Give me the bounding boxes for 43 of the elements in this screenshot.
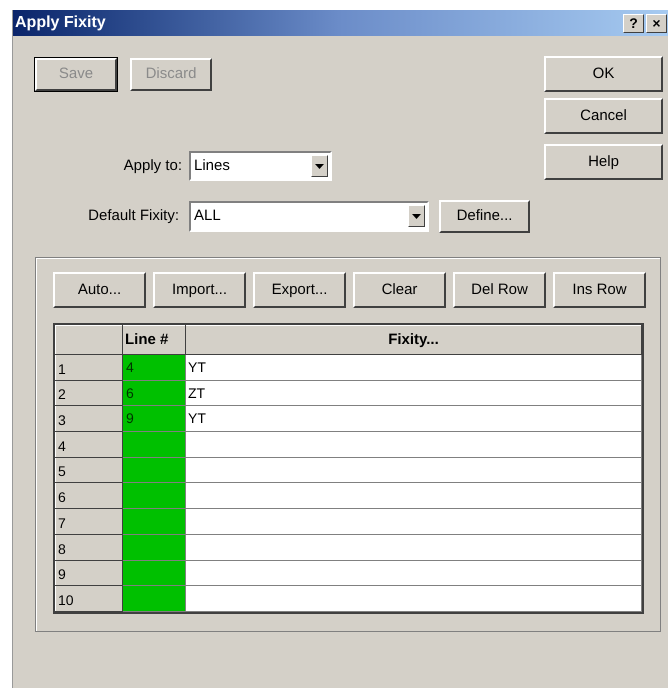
toolbar-button[interactable]: Clear	[353, 272, 446, 308]
table-cell: YT	[186, 406, 642, 432]
table-cell	[122, 457, 186, 483]
table-cell: 9	[122, 406, 186, 432]
define-button[interactable]: Define...	[439, 200, 530, 232]
default-fixity-dropdown[interactable]: ALL	[189, 200, 429, 232]
row-header[interactable]: 6	[56, 482, 122, 509]
row-header[interactable]: 8	[56, 534, 122, 560]
apply-to-dropdown[interactable]: Lines	[189, 151, 332, 181]
row-header[interactable]: 2	[56, 380, 122, 406]
row-header[interactable]: 10	[56, 586, 122, 612]
toolbar-button[interactable]: Ins Row	[553, 272, 646, 308]
row-header[interactable]: 5	[56, 457, 122, 483]
column-header[interactable]: Line #	[122, 326, 186, 354]
help-button[interactable]: Help	[544, 144, 663, 180]
toolbar-button[interactable]: Export...	[253, 272, 346, 308]
table-cell	[122, 508, 186, 534]
toolbar-button[interactable]: Auto...	[53, 272, 146, 308]
table-cell: YT	[186, 354, 642, 380]
table-cell	[122, 482, 186, 509]
table-cell	[122, 534, 186, 560]
row-header[interactable]: 7	[56, 508, 122, 534]
row-header[interactable]: 1	[56, 354, 122, 380]
table-cell	[122, 432, 186, 458]
table-cell: 4	[122, 354, 186, 380]
apply-to-label: Apply to:	[122, 156, 183, 176]
default-fixity-label: Default Fixity:	[87, 206, 180, 226]
table-cell: ZT	[186, 380, 642, 406]
cancel-button[interactable]: Cancel	[544, 98, 663, 134]
table-cell: 6	[122, 380, 186, 406]
column-header[interactable]: Fixity...	[186, 326, 642, 354]
row-header[interactable]: 4	[56, 432, 122, 458]
row-header[interactable]: 3	[56, 406, 122, 432]
corner-header	[56, 326, 122, 354]
row-header[interactable]: 9	[56, 560, 122, 586]
window-title: Apply Fixity	[15, 13, 106, 33]
table-cell	[122, 560, 186, 586]
help-title-button[interactable]: ?	[623, 14, 644, 32]
ok-button[interactable]: OK	[544, 56, 663, 92]
table-cell	[122, 586, 186, 612]
toolbar-button[interactable]: Import...	[153, 272, 246, 308]
toolbar-button[interactable]: Del Row	[453, 272, 546, 308]
close-button[interactable]: ×	[646, 14, 667, 32]
